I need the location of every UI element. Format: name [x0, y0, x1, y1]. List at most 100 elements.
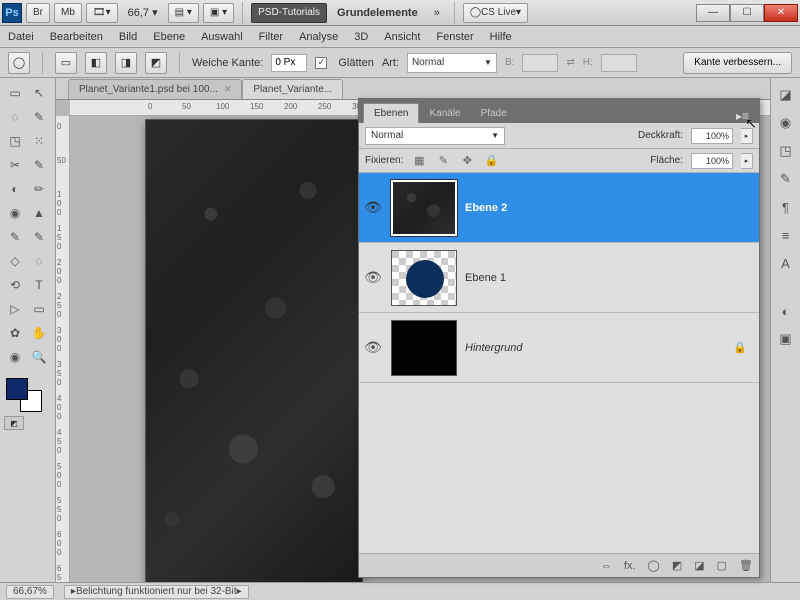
document-tab[interactable]: Planet_Variante1.psd bei 100...✕: [68, 79, 242, 99]
panel-paragraph-icon[interactable]: ¶: [775, 196, 797, 218]
height-input[interactable]: [601, 54, 637, 72]
visibility-icon[interactable]: 👁: [363, 338, 383, 358]
bridge-button[interactable]: Br: [26, 3, 50, 23]
tool-brush[interactable]: ✎: [28, 154, 50, 176]
tool-eraser[interactable]: ◉: [4, 202, 26, 224]
tool-path-select[interactable]: ⟲: [4, 274, 26, 296]
lock-pixels-icon[interactable]: ✎: [435, 153, 451, 169]
tool-shape[interactable]: T: [28, 274, 50, 296]
tab-kanaele[interactable]: Kanäle: [419, 103, 470, 123]
layer-thumbnail[interactable]: [391, 180, 457, 236]
adjustment-layer-icon[interactable]: ◩: [672, 559, 682, 572]
tool-notes[interactable]: ◉: [4, 346, 26, 368]
menu-datei[interactable]: Datei: [8, 31, 34, 43]
visibility-icon[interactable]: 👁: [363, 198, 383, 218]
panel-char-icon[interactable]: A: [775, 252, 797, 274]
film-strip-button[interactable]: 🎞 ▾: [86, 3, 118, 23]
window-minimize[interactable]: —: [696, 4, 730, 22]
workspace-pill-1[interactable]: PSD-Tutorials: [251, 3, 327, 23]
document-tab[interactable]: Planet_Variante...: [242, 79, 343, 99]
panel-mask-icon[interactable]: ◐: [775, 300, 797, 322]
menu-filter[interactable]: Filter: [259, 31, 283, 43]
antialias-checkbox[interactable]: ✓: [315, 57, 327, 69]
tool-pen[interactable]: ◇: [4, 250, 26, 272]
lock-transparency-icon[interactable]: ▦: [411, 153, 427, 169]
minibridge-button[interactable]: Mb: [54, 3, 82, 23]
refine-edge-button[interactable]: Kante verbessern...: [683, 52, 792, 74]
menu-hilfe[interactable]: Hilfe: [490, 31, 512, 43]
menu-analyse[interactable]: Analyse: [299, 31, 338, 43]
panel-layers-icon[interactable]: ◪: [775, 84, 797, 106]
workspace-more[interactable]: »: [428, 7, 446, 19]
link-layers-icon[interactable]: ⇔: [601, 560, 612, 572]
status-info[interactable]: ▸ Belichtung funktioniert nur bei 32-Bit…: [64, 585, 249, 599]
tool-crop[interactable]: ◳: [4, 130, 26, 152]
layer-row[interactable]: 👁 Hintergrund 🔒: [359, 313, 759, 383]
fill-flyout-icon[interactable]: ▸: [741, 153, 753, 169]
status-zoom[interactable]: 66,67%: [6, 585, 54, 599]
tool-quick-select[interactable]: ✎: [28, 106, 50, 128]
window-maximize[interactable]: ☐: [730, 4, 764, 22]
fg-color-swatch[interactable]: [6, 378, 28, 400]
panel-color-icon[interactable]: ◉: [775, 112, 797, 134]
panel-adjust-icon[interactable]: ≡: [775, 224, 797, 246]
tool-3d[interactable]: ▷: [4, 298, 26, 320]
menu-fenster[interactable]: Fenster: [436, 31, 473, 43]
canvas-image[interactable]: [146, 120, 362, 582]
tool-hand[interactable]: ✿: [4, 322, 26, 344]
tool-type[interactable]: ◌: [28, 250, 50, 272]
cslive-button[interactable]: ◯ CS Live ▾: [463, 3, 528, 23]
sel-add-icon[interactable]: ◧: [85, 52, 107, 74]
tool-rotate-view[interactable]: ✋: [28, 322, 50, 344]
menu-3d[interactable]: 3D: [354, 31, 368, 43]
tool-stamp[interactable]: ◐: [4, 178, 26, 200]
sel-intersect-icon[interactable]: ◩: [145, 52, 167, 74]
tool-preset-icon[interactable]: ◯: [8, 52, 30, 74]
tool-gradient[interactable]: ▲: [28, 202, 50, 224]
window-close[interactable]: ✕: [764, 4, 798, 22]
lock-position-icon[interactable]: ✥: [459, 153, 475, 169]
new-layer-icon[interactable]: ▢: [717, 559, 727, 572]
tool-zoom[interactable]: 🔍: [28, 346, 50, 368]
layer-row[interactable]: 👁 Ebene 1: [359, 243, 759, 313]
panel-menu-icon[interactable]: ▸≡↖: [730, 109, 755, 123]
tool-dodge[interactable]: ✎: [28, 226, 50, 248]
screen-mode-button[interactable]: ▣ ▾: [203, 3, 234, 23]
tool-marquee[interactable]: ▭: [4, 82, 26, 104]
menu-bearbeiten[interactable]: Bearbeiten: [50, 31, 103, 43]
tool-3d-camera[interactable]: ▭: [28, 298, 50, 320]
blend-mode-select[interactable]: Normal▼: [365, 127, 505, 145]
layer-thumbnail[interactable]: [391, 320, 457, 376]
sel-subtract-icon[interactable]: ◨: [115, 52, 137, 74]
tab-pfade[interactable]: Pfade: [471, 103, 517, 123]
menu-auswahl[interactable]: Auswahl: [201, 31, 243, 43]
tool-history-brush[interactable]: ✏: [28, 178, 50, 200]
tab-ebenen[interactable]: Ebenen: [363, 103, 419, 123]
layer-mask-icon[interactable]: ◯: [648, 559, 660, 572]
panel-styles-icon[interactable]: ✎: [775, 168, 797, 190]
sel-new-icon[interactable]: ▭: [55, 52, 77, 74]
layer-fx-icon[interactable]: fx.: [624, 560, 636, 572]
menu-bild[interactable]: Bild: [119, 31, 137, 43]
close-icon[interactable]: ✕: [224, 84, 232, 95]
tool-lasso[interactable]: ◌: [4, 106, 26, 128]
zoom-level[interactable]: 66,7 ▾: [122, 6, 164, 19]
menu-ansicht[interactable]: Ansicht: [384, 31, 420, 43]
tool-heal[interactable]: ✂: [4, 154, 26, 176]
workspace-pill-2[interactable]: Grundelemente: [331, 7, 424, 19]
feather-input[interactable]: [271, 54, 307, 72]
color-swatches[interactable]: [4, 376, 51, 410]
tool-blur[interactable]: ✎: [4, 226, 26, 248]
delete-layer-icon[interactable]: 🗑: [739, 559, 753, 572]
layer-group-icon[interactable]: ◪: [694, 559, 704, 572]
quick-mask-toggle[interactable]: ◩: [4, 416, 24, 430]
panel-channels-icon[interactable]: ▣: [775, 328, 797, 350]
visibility-icon[interactable]: 👁: [363, 268, 383, 288]
menu-ebene[interactable]: Ebene: [153, 31, 185, 43]
opacity-input[interactable]: 100%: [691, 128, 733, 144]
fill-input[interactable]: 100%: [691, 153, 733, 169]
layer-thumbnail[interactable]: [391, 250, 457, 306]
width-input[interactable]: [522, 54, 558, 72]
tool-eyedropper[interactable]: ⁙: [28, 130, 50, 152]
layer-row[interactable]: 👁 Ebene 2: [359, 173, 759, 243]
